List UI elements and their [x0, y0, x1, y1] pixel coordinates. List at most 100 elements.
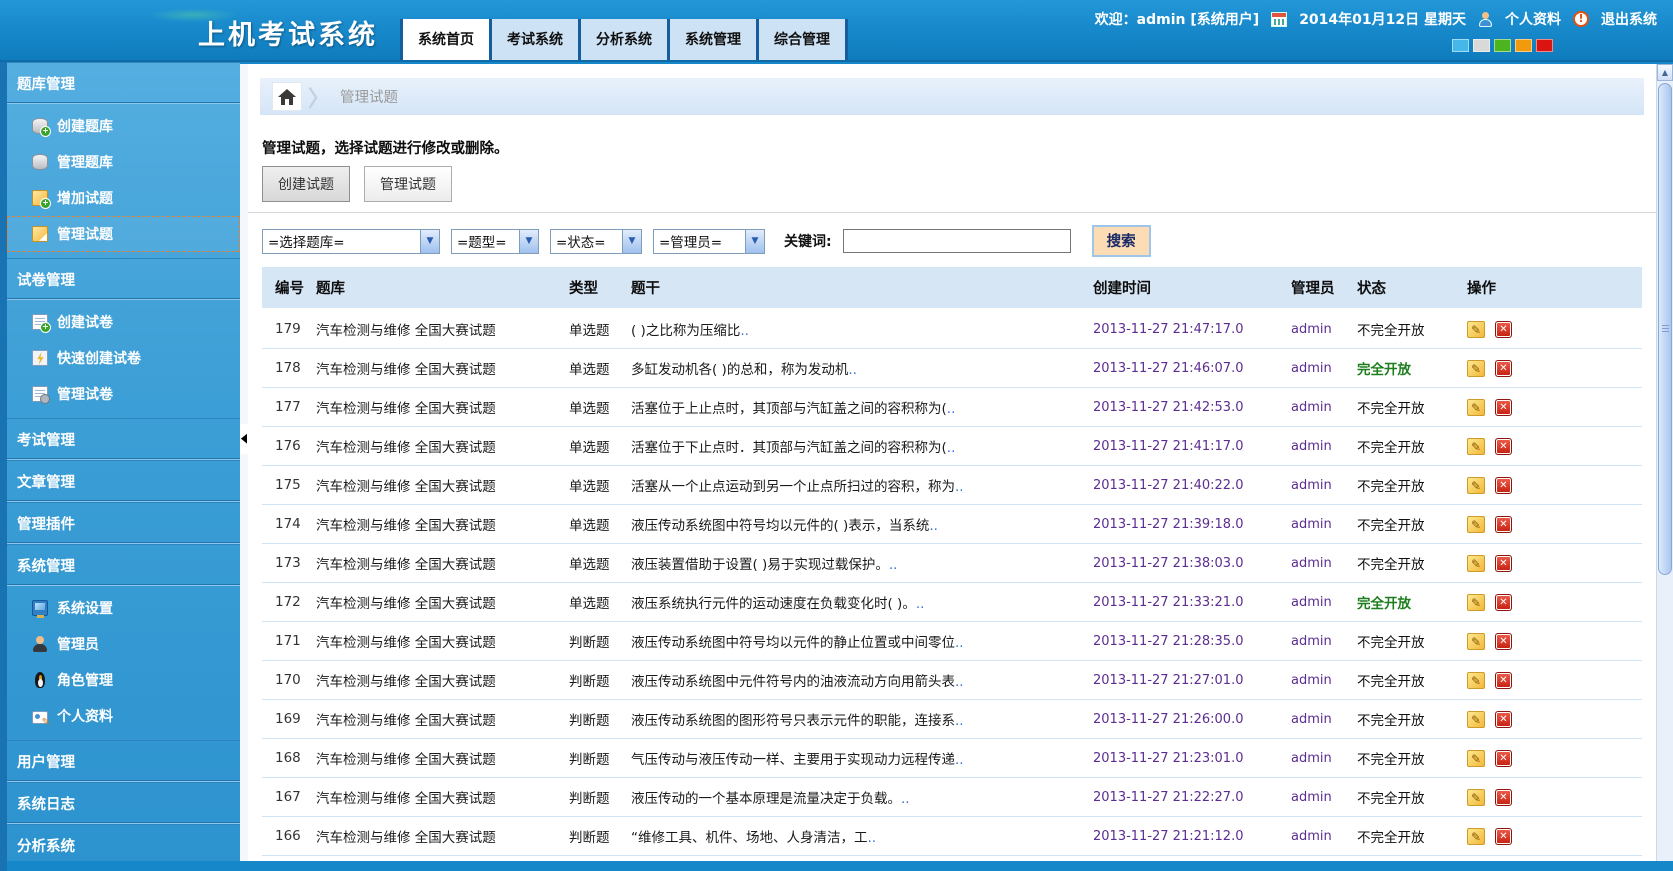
sidebar-item[interactable]: 管理试卷 [7, 376, 240, 412]
theme-swatch-4[interactable] [1536, 39, 1553, 52]
tab-0[interactable]: 系统首页 [400, 19, 489, 60]
edit-icon[interactable] [1467, 672, 1485, 689]
logout-link[interactable]: 退出系统 [1601, 9, 1657, 29]
edit-icon[interactable] [1467, 711, 1485, 728]
cell-admin[interactable]: admin [1287, 517, 1353, 532]
cell-admin[interactable]: admin [1287, 751, 1353, 766]
stem-more-link[interactable]: .. [889, 557, 898, 573]
cell-admin[interactable]: admin [1287, 478, 1353, 493]
sidebar-item[interactable]: 创建题库 [7, 108, 240, 144]
keyword-input[interactable] [843, 229, 1071, 253]
cell-created[interactable]: 2013-11-27 21:41:17.0 [1089, 439, 1287, 454]
sidebar-section-0[interactable]: 题库管理 [7, 62, 240, 104]
stem-more-link[interactable]: .. [955, 752, 964, 768]
home-icon[interactable] [272, 82, 302, 111]
cell-admin[interactable]: admin [1287, 556, 1353, 571]
tab-2[interactable]: 分析系统 [578, 19, 667, 60]
edit-icon[interactable] [1467, 438, 1485, 455]
cell-admin[interactable]: admin [1287, 790, 1353, 805]
sidebar-item[interactable]: 系统设置 [7, 590, 240, 626]
cell-created[interactable]: 2013-11-27 21:22:27.0 [1089, 790, 1287, 805]
filter-select-0[interactable]: =选择题库=▼ [262, 229, 440, 254]
delete-icon[interactable]: ✕ [1495, 594, 1512, 611]
delete-icon[interactable]: ✕ [1495, 555, 1512, 572]
cell-admin[interactable]: admin [1287, 439, 1353, 454]
cell-created[interactable]: 2013-11-27 21:28:35.0 [1089, 634, 1287, 649]
cell-admin[interactable]: admin [1287, 595, 1353, 610]
delete-icon[interactable]: ✕ [1495, 672, 1512, 689]
filter-select-2[interactable]: =状态=▼ [550, 229, 642, 254]
edit-icon[interactable] [1467, 321, 1485, 338]
vertical-scrollbar[interactable]: ▲ [1656, 64, 1673, 861]
delete-icon[interactable]: ✕ [1495, 516, 1512, 533]
stem-more-link[interactable]: .. [955, 713, 964, 729]
cell-created[interactable]: 2013-11-27 21:38:03.0 [1089, 556, 1287, 571]
sidebar-section-4[interactable]: 管理插件 [7, 502, 240, 544]
sidebar-item[interactable]: 管理员 [7, 626, 240, 662]
delete-icon[interactable]: ✕ [1495, 360, 1512, 377]
cell-created[interactable]: 2013-11-27 21:26:00.0 [1089, 712, 1287, 727]
edit-icon[interactable] [1467, 555, 1485, 572]
create-question-button[interactable]: 创建试题 [262, 166, 350, 202]
stem-more-link[interactable]: .. [947, 401, 956, 417]
stem-more-link[interactable]: .. [929, 518, 938, 534]
delete-icon[interactable]: ✕ [1495, 477, 1512, 494]
scroll-up-button[interactable]: ▲ [1657, 64, 1673, 81]
cell-created[interactable]: 2013-11-27 21:47:17.0 [1089, 322, 1287, 337]
delete-icon[interactable]: ✕ [1495, 750, 1512, 767]
cell-admin[interactable]: admin [1287, 400, 1353, 415]
cell-created[interactable]: 2013-11-27 21:21:12.0 [1089, 829, 1287, 844]
cell-admin[interactable]: admin [1287, 634, 1353, 649]
manage-question-button[interactable]: 管理试题 [364, 166, 452, 202]
sidebar-item[interactable]: 个人资料 [7, 698, 240, 734]
sidebar-item[interactable]: 管理题库 [7, 144, 240, 180]
filter-select-1[interactable]: =题型=▼ [451, 229, 539, 254]
stem-more-link[interactable]: .. [947, 440, 956, 456]
delete-icon[interactable]: ✕ [1495, 711, 1512, 728]
edit-icon[interactable] [1467, 828, 1485, 845]
theme-swatch-3[interactable] [1515, 39, 1532, 52]
stem-more-link[interactable]: .. [955, 479, 964, 495]
edit-icon[interactable] [1467, 360, 1485, 377]
profile-link[interactable]: 个人资料 [1505, 9, 1561, 29]
stem-more-link[interactable]: .. [955, 635, 964, 651]
delete-icon[interactable]: ✕ [1495, 789, 1512, 806]
edit-icon[interactable] [1467, 633, 1485, 650]
cell-created[interactable]: 2013-11-27 21:33:21.0 [1089, 595, 1287, 610]
sidebar-item[interactable]: 快速创建试卷 [7, 340, 240, 376]
theme-swatch-0[interactable] [1452, 39, 1469, 52]
cell-created[interactable]: 2013-11-27 21:46:07.0 [1089, 361, 1287, 376]
scrollbar-thumb[interactable] [1658, 83, 1672, 575]
cell-admin[interactable]: admin [1287, 829, 1353, 844]
cell-admin[interactable]: admin [1287, 712, 1353, 727]
edit-icon[interactable] [1467, 789, 1485, 806]
tab-1[interactable]: 考试系统 [489, 19, 578, 60]
sidebar-section-3[interactable]: 文章管理 [7, 460, 240, 502]
cell-admin[interactable]: admin [1287, 322, 1353, 337]
delete-icon[interactable]: ✕ [1495, 399, 1512, 416]
stem-more-link[interactable]: .. [916, 596, 925, 612]
edit-icon[interactable] [1467, 750, 1485, 767]
sidebar-collapse-handle[interactable]: ◀ [240, 424, 248, 454]
cell-created[interactable]: 2013-11-27 21:42:53.0 [1089, 400, 1287, 415]
edit-icon[interactable] [1467, 594, 1485, 611]
sidebar-item[interactable]: 角色管理 [7, 662, 240, 698]
cell-admin[interactable]: admin [1287, 361, 1353, 376]
tab-3[interactable]: 系统管理 [667, 19, 756, 60]
stem-more-link[interactable]: .. [848, 362, 857, 378]
cell-created[interactable]: 2013-11-27 21:23:01.0 [1089, 751, 1287, 766]
sidebar-section-8[interactable]: 分析系统 [7, 824, 240, 861]
sidebar-section-5[interactable]: 系统管理 [7, 544, 240, 586]
delete-icon[interactable]: ✕ [1495, 633, 1512, 650]
filter-select-3[interactable]: =管理员=▼ [653, 229, 765, 254]
stem-more-link[interactable]: .. [901, 791, 910, 807]
sidebar-section-2[interactable]: 考试管理 [7, 418, 240, 460]
stem-more-link[interactable]: .. [868, 830, 877, 846]
edit-icon[interactable] [1467, 516, 1485, 533]
sidebar-section-7[interactable]: 系统日志 [7, 782, 240, 824]
theme-swatch-1[interactable] [1473, 39, 1490, 52]
cell-created[interactable]: 2013-11-27 21:27:01.0 [1089, 673, 1287, 688]
edit-icon[interactable] [1467, 399, 1485, 416]
cell-created[interactable]: 2013-11-27 21:40:22.0 [1089, 478, 1287, 493]
sidebar-item[interactable]: 增加试题 [7, 180, 240, 216]
